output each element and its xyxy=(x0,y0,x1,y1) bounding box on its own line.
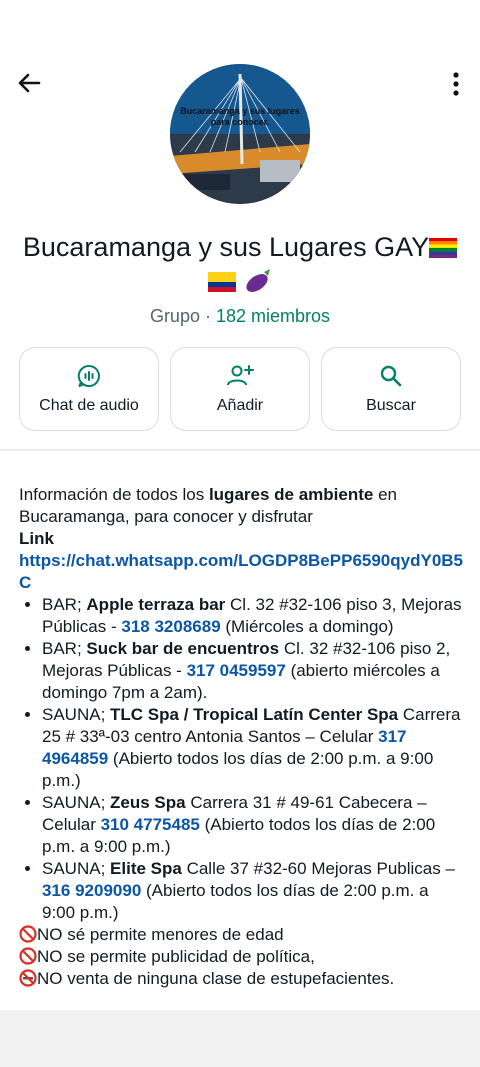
list-item: SAUNA; TLC Spa / Tropical Latín Center S… xyxy=(42,704,465,792)
section-divider xyxy=(0,449,480,451)
prohibited-icon xyxy=(19,947,37,965)
item-name: TLC Spa / Tropical Latín Center Spa xyxy=(110,705,399,724)
rule-text: NO se permite publicidad de política, xyxy=(37,947,315,966)
phone-link[interactable]: 318 3208689 xyxy=(121,617,220,636)
description-intro: Información de todos los lugares de ambi… xyxy=(19,484,465,528)
rule-line: NO venta de ninguna clase de estupefacie… xyxy=(19,968,465,990)
rule-text: NO venta de ninguna clase de estupefacie… xyxy=(37,969,395,988)
rule-line: NO sé permite menores de edad xyxy=(19,924,465,946)
link-label-text: Link xyxy=(19,529,54,548)
phone-link[interactable]: 310 4775485 xyxy=(101,815,200,834)
list-item: BAR; Suck bar de encuentros Cl. 32 #32-1… xyxy=(42,638,465,704)
phone-link[interactable]: 317 0459597 xyxy=(187,661,286,680)
colombia-flag-icon xyxy=(208,272,237,292)
group-description: Información de todos los lugares de ambi… xyxy=(19,484,465,1010)
no-smoking-icon xyxy=(19,969,37,987)
group-name-text: Bucaramanga y sus Lugares GAY xyxy=(22,232,430,262)
invite-link-line: https://chat.whatsapp.com/LOGDP8BePP6590… xyxy=(19,550,465,594)
group-avatar[interactable]: Bucaramanga y sus lugares para conocer. xyxy=(170,64,310,204)
item-prefix: SAUNA; xyxy=(42,793,111,812)
rainbow-flag-icon xyxy=(429,238,458,258)
more-options-icon[interactable] xyxy=(446,70,466,98)
item-note: (Miércoles a domingo) xyxy=(220,617,394,636)
audio-chat-button[interactable]: Chat de audio xyxy=(19,347,159,431)
item-name: Apple terraza bar xyxy=(86,595,226,614)
add-person-icon xyxy=(227,365,254,386)
add-member-label: Añadir xyxy=(216,397,264,414)
item-name: Zeus Spa xyxy=(110,793,186,812)
avatar-text: Bucaramanga y sus lugares para conocer. xyxy=(180,106,300,127)
places-list: BAR; Apple terraza bar Cl. 32 #32-106 pi… xyxy=(19,594,465,924)
intro-text-1: Información de todos los xyxy=(19,485,209,504)
item-prefix: BAR; xyxy=(42,639,87,658)
phone-link[interactable]: 316 9209090 xyxy=(42,881,141,900)
search-button[interactable]: Buscar xyxy=(321,347,461,431)
group-name: Bucaramanga y sus Lugares GAY xyxy=(0,230,480,298)
status-bar-area xyxy=(0,0,480,60)
bridge-photo xyxy=(170,64,310,204)
search-label: Buscar xyxy=(366,397,416,414)
list-item: BAR; Apple terraza bar Cl. 32 #32-106 pi… xyxy=(42,594,465,638)
member-count[interactable]: 182 miembros xyxy=(216,306,330,326)
search-icon xyxy=(380,365,402,387)
back-arrow-icon[interactable] xyxy=(14,68,44,98)
rule-text: NO sé permite menores de edad xyxy=(37,925,284,944)
invite-link[interactable]: https://chat.whatsapp.com/LOGDP8BePP6590… xyxy=(19,551,463,592)
group-type: Grupo xyxy=(149,306,200,326)
audio-chat-icon xyxy=(77,364,100,387)
item-prefix: SAUNA; xyxy=(42,859,111,878)
audio-chat-label: Chat de audio xyxy=(39,397,139,414)
rule-line: NO se permite publicidad de política, xyxy=(19,946,465,968)
subtitle-separator: · xyxy=(204,306,211,326)
list-item: SAUNA; Elite Spa Calle 37 #32-60 Mejoras… xyxy=(42,858,465,924)
action-buttons: Chat de audio Añadir Buscar xyxy=(19,347,461,431)
eggplant-icon xyxy=(246,269,270,292)
add-member-button[interactable]: Añadir xyxy=(170,347,310,431)
item-name: Elite Spa xyxy=(110,859,182,878)
item-prefix: BAR; xyxy=(42,595,87,614)
link-label: Link xyxy=(19,528,465,550)
group-subtitle: Grupo · 182 miembros xyxy=(0,306,480,327)
item-address: Calle 37 #32-60 Mejoras Publicas – xyxy=(181,859,455,878)
intro-bold: lugares de ambiente xyxy=(208,485,374,504)
item-name: Suck bar de encuentros xyxy=(86,639,280,658)
prohibited-icon xyxy=(19,925,37,943)
list-item: SAUNA; Zeus Spa Carrera 31 # 49-61 Cabec… xyxy=(42,792,465,858)
bottom-navigation-area xyxy=(0,1010,480,1067)
item-prefix: SAUNA; xyxy=(42,705,111,724)
